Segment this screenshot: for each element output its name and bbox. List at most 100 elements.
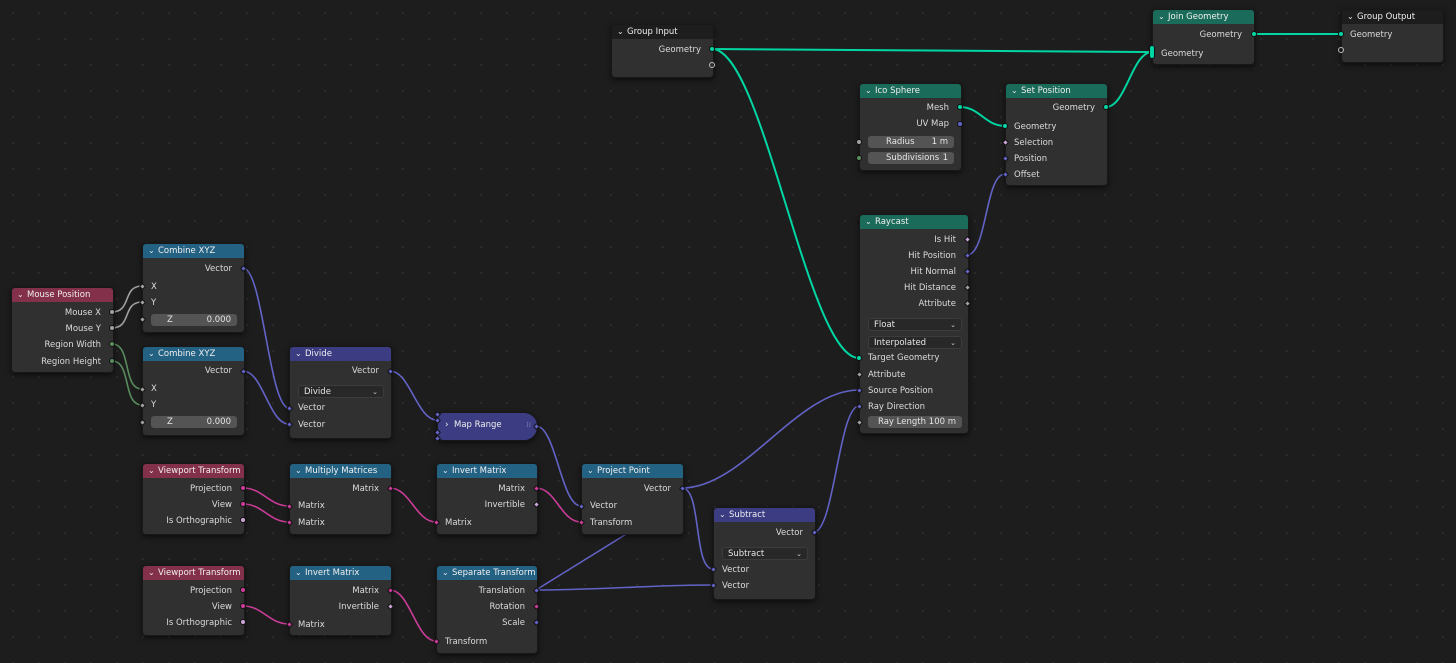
link-mp_x-c1_x[interactable] [111, 285, 143, 313]
link-vt1_proj-mm_a[interactable] [242, 487, 290, 507]
collapse-chevron-icon[interactable]: ⌄ [148, 566, 158, 580]
node-header[interactable]: ⌄ Multiply Matrices [290, 464, 391, 478]
node-header[interactable]: ⌄ Combine XYZ [143, 244, 244, 258]
node-header[interactable]: ⌄ Viewport Transform [143, 464, 244, 478]
link-dv_out-mr_in2[interactable] [389, 370, 438, 421]
node-join-geometry[interactable]: ⌄ Join Geometry Geometry Geometry [1152, 9, 1255, 65]
link-c1_out-dv_a[interactable] [242, 267, 290, 409]
node-invert-matrix-1[interactable]: ⌄ Invert Matrix Matrix Invertible Matrix [436, 463, 538, 535]
link-pp_out-sb_a[interactable] [681, 487, 714, 570]
operation-dropdown[interactable]: Divide ⌄ [298, 385, 384, 398]
node-viewport-transform-2[interactable]: ⌄ Viewport Transform Projection View Is O… [142, 565, 245, 636]
subdivisions-field[interactable]: Subdivisions 1 [868, 152, 954, 164]
link-gi_geo-rc_tgt[interactable] [711, 48, 860, 359]
collapse-chevron-icon[interactable]: ⌄ [1011, 84, 1021, 98]
node-set-position[interactable]: ⌄ Set Position Geometry Geometry Selectio… [1005, 83, 1108, 186]
node-header[interactable]: ⌄ Set Position [1006, 84, 1107, 98]
link-rc_hpos-sp_off[interactable] [966, 173, 1006, 256]
collapse-chevron-icon[interactable]: ⌄ [295, 566, 305, 580]
node-header[interactable]: ⌄ Invert Matrix [437, 464, 537, 478]
node-group-input[interactable]: ⌄ Group Input Geometry [611, 24, 714, 78]
link-gi_geo-jg_in[interactable] [711, 48, 1153, 53]
socket-sp-geo-icon[interactable] [1002, 123, 1008, 129]
node-header[interactable]: ⌄ Group Input [612, 25, 713, 39]
socket-mp-y-icon[interactable] [109, 325, 115, 331]
link-sp_out-jg_in[interactable] [1105, 51, 1153, 108]
collapse-chevron-icon[interactable]: ⌄ [442, 566, 452, 580]
link-pp_out-rc_src[interactable] [681, 389, 860, 489]
link-st_tr-pp_tail[interactable] [535, 532, 629, 591]
link-c2_out-dv_b[interactable] [242, 370, 290, 425]
node-header[interactable]: ⌄ Invert Matrix [290, 566, 391, 580]
node-project-point[interactable]: ⌄ Project Point Vector Vector Transform [581, 463, 684, 535]
link-mm_out-im1_in[interactable] [389, 487, 437, 523]
socket-vt2-proj-icon[interactable] [240, 587, 246, 593]
socket-ico-uv-icon[interactable] [957, 121, 963, 127]
socket-jg-out-icon[interactable] [1251, 31, 1257, 37]
collapse-chevron-icon[interactable]: ⌄ [587, 464, 597, 478]
mapping-dropdown[interactable]: Interpolated ⌄ [868, 336, 962, 349]
link-im1_out-pp_tr[interactable] [535, 487, 582, 523]
socket-mp-x-icon[interactable] [109, 309, 115, 315]
socket-mp-w-icon[interactable] [109, 341, 115, 347]
socket-vt2-view-icon[interactable] [240, 603, 246, 609]
node-invert-matrix-2[interactable]: ⌄ Invert Matrix Matrix Invertible Matrix [289, 565, 392, 636]
collapse-chevron-icon[interactable]: ⌄ [148, 347, 158, 361]
z-field[interactable]: Z 0.000 [151, 416, 237, 428]
socket-gi-empty-icon[interactable] [709, 62, 715, 68]
socket-rc-tgt-icon[interactable] [856, 355, 862, 361]
node-header[interactable]: ⌄ Divide [290, 347, 391, 361]
collapse-chevron-icon[interactable]: ⌄ [17, 288, 27, 302]
node-group-output[interactable]: ⌄ Group Output Geometry [1341, 9, 1444, 63]
socket-vt1-view-icon[interactable] [240, 501, 246, 507]
socket-ico-mesh-icon[interactable] [957, 104, 963, 110]
socket-vt1-proj-icon[interactable] [240, 485, 246, 491]
node-header[interactable]: ⌄ Mouse Position [12, 288, 113, 302]
socket-vt1-ortho-icon[interactable] [240, 517, 246, 523]
collapse-chevron-icon[interactable]: ⌄ [148, 244, 158, 258]
collapse-chevron-icon[interactable]: ⌄ [719, 508, 729, 522]
node-header[interactable]: ⌄ Viewport Transform [143, 566, 244, 580]
node-combine-xyz-2[interactable]: ⌄ Combine XYZ Vector X Y Z 0.000 [142, 346, 245, 436]
operation-dropdown[interactable]: Subtract ⌄ [722, 547, 808, 560]
collapse-chevron-icon[interactable]: ⌄ [1158, 10, 1168, 24]
link-mp_h-c2_y[interactable] [111, 360, 143, 406]
node-multiply-matrices[interactable]: ⌄ Multiply Matrices Matrix Matrix Matrix [289, 463, 392, 535]
link-mp_w-c2_x[interactable] [111, 343, 143, 390]
link-im2_out-st_in[interactable] [389, 589, 437, 642]
node-map-range[interactable]: › Map Range ⁞⁞ [437, 412, 538, 441]
socket-ico-sub-icon[interactable] [856, 155, 862, 161]
node-header[interactable]: ⌄ Separate Transform [437, 566, 537, 580]
node-viewport-transform-1[interactable]: ⌄ Viewport Transform Projection View Is O… [142, 463, 245, 535]
node-header[interactable]: ⌄ Combine XYZ [143, 347, 244, 361]
socket-gi-geo-icon[interactable] [709, 46, 715, 52]
node-header[interactable]: ⌄ Ico Sphere [860, 84, 961, 98]
collapse-chevron-icon[interactable]: ⌄ [295, 464, 305, 478]
collapse-chevron-icon[interactable]: ⌄ [295, 347, 305, 361]
socket-sp-out-icon[interactable] [1103, 104, 1109, 110]
node-header[interactable]: ⌄ Project Point [582, 464, 683, 478]
link-sb_out-rc_dir[interactable] [813, 405, 860, 533]
node-combine-xyz-1[interactable]: ⌄ Combine XYZ Vector X Y Z 0.000 [142, 243, 245, 333]
link-st_tr-sb_b[interactable] [535, 584, 714, 591]
z-field[interactable]: Z 0.000 [151, 314, 237, 326]
node-divide[interactable]: ⌄ Divide Vector Divide ⌄ Vector Vector [289, 346, 392, 439]
node-subtract[interactable]: ⌄ Subtract Vector Subtract ⌄ Vector Vector [713, 507, 816, 600]
collapse-chevron-icon[interactable]: ⌄ [865, 84, 875, 98]
link-mr_out-pp_vec[interactable] [535, 425, 582, 507]
node-header[interactable]: ⌄ Group Output [1342, 10, 1443, 24]
node-raycast[interactable]: ⌄ Raycast Is Hit Hit Position Hit Normal … [859, 214, 969, 434]
socket-ico-rad-icon[interactable] [856, 139, 862, 145]
ray-length-field[interactable]: Ray Length 100 m [868, 416, 962, 428]
socket-vt2-ortho-icon[interactable] [240, 619, 246, 625]
node-ico-sphere[interactable]: ⌄ Ico Sphere Mesh UV Map Radius 1 m Subdiv… [859, 83, 962, 171]
expand-chevron-icon[interactable]: › [445, 420, 449, 430]
socket-go-empty-icon[interactable] [1338, 47, 1344, 53]
node-separate-transform[interactable]: ⌄ Separate Transform Translation Rotation… [436, 565, 538, 654]
radius-field[interactable]: Radius 1 m [868, 136, 954, 148]
link-mp_y-c1_y[interactable] [111, 301, 143, 329]
socket-jg-in-icon[interactable] [1149, 45, 1155, 59]
link-vt2_view-im2_in[interactable] [242, 605, 290, 625]
collapse-chevron-icon[interactable]: ⌄ [865, 215, 875, 229]
node-header[interactable]: ⌄ Join Geometry [1153, 10, 1254, 24]
